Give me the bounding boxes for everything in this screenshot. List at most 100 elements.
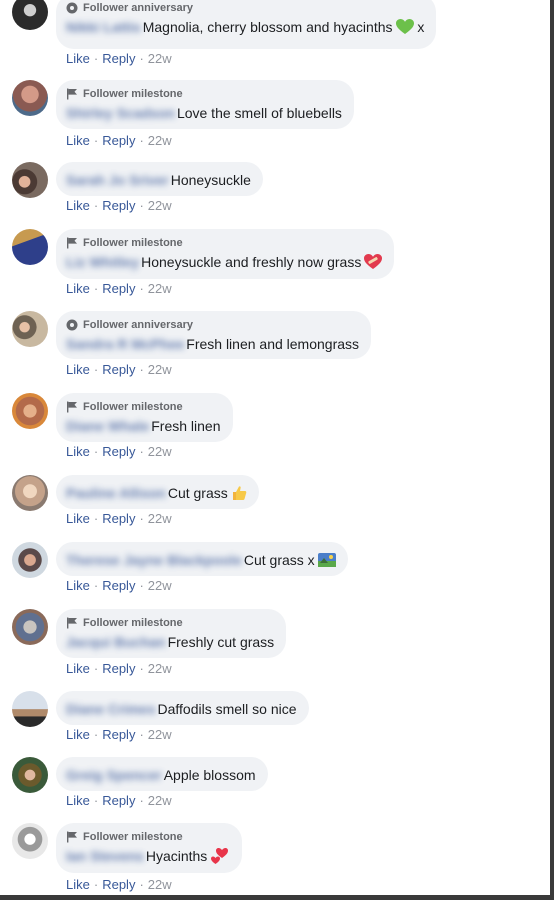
like-link[interactable]: Like <box>66 877 90 892</box>
avatar[interactable] <box>12 823 48 859</box>
avatar[interactable] <box>12 542 48 578</box>
comment-actions: Like · Reply · 22w <box>66 51 172 66</box>
comment-suffix: x <box>413 19 425 35</box>
timestamp[interactable]: 22w <box>148 661 172 676</box>
reply-link[interactable]: Reply <box>102 444 135 459</box>
like-link[interactable]: Like <box>66 281 90 296</box>
comment-bubble: Follower milestone Diane Whale Fresh lin… <box>56 393 233 442</box>
badge-label: Follower milestone <box>83 401 183 413</box>
avatar[interactable] <box>12 311 48 347</box>
dot-separator: · <box>139 198 144 213</box>
timestamp[interactable]: 22w <box>148 362 172 377</box>
timestamp[interactable]: 22w <box>148 444 172 459</box>
avatar[interactable] <box>12 80 48 116</box>
anniversary-icon <box>66 2 78 14</box>
commenter-name[interactable]: Liz Whitley <box>66 253 139 271</box>
reply-link[interactable]: Reply <box>102 362 135 377</box>
like-link[interactable]: Like <box>66 578 90 593</box>
commenter-name[interactable]: Diane Crimes <box>66 700 155 718</box>
follower-badge: Follower milestone <box>66 87 342 101</box>
comment-text: Cut grass <box>167 485 228 501</box>
timestamp[interactable]: 22w <box>148 198 172 213</box>
reply-link[interactable]: Reply <box>102 877 135 892</box>
dot-separator: · <box>139 727 144 742</box>
comment-bubble: Follower milestone Ian Stevens Hyacinths <box>56 823 243 873</box>
avatar[interactable] <box>12 475 48 511</box>
avatar[interactable] <box>12 691 48 727</box>
reply-link[interactable]: Reply <box>102 133 135 148</box>
timestamp[interactable]: 22w <box>148 51 172 66</box>
follower-badge: Follower milestone <box>66 400 221 414</box>
like-link[interactable]: Like <box>66 444 90 459</box>
like-link[interactable]: Like <box>66 511 90 526</box>
dot-separator: · <box>139 444 144 459</box>
timestamp[interactable]: 22w <box>148 511 172 526</box>
like-link[interactable]: Like <box>66 362 90 377</box>
commenter-name[interactable]: Therese Jayne Blackpoole <box>66 551 242 569</box>
flag-icon <box>67 401 77 413</box>
like-link[interactable]: Like <box>66 793 90 808</box>
like-link[interactable]: Like <box>66 661 90 676</box>
commenter-name[interactable]: Nikki Lattis <box>66 18 141 36</box>
badge-label: Follower milestone <box>83 88 183 100</box>
timestamp[interactable]: 22w <box>148 281 172 296</box>
dot-separator: · <box>93 877 99 892</box>
avatar[interactable] <box>12 393 48 429</box>
commenter-name[interactable]: Sarah Jo Sriver <box>66 171 169 189</box>
dot-separator: · <box>93 727 99 742</box>
reply-link[interactable]: Reply <box>102 793 135 808</box>
timestamp[interactable]: 22w <box>148 578 172 593</box>
follower-badge: Follower anniversary <box>66 1 424 15</box>
timestamp[interactable]: 22w <box>148 793 172 808</box>
avatar[interactable] <box>12 162 48 198</box>
avatar[interactable] <box>12 609 48 645</box>
like-link[interactable]: Like <box>66 727 90 742</box>
comment-bubble: Follower milestone Jacqui Buchan Freshly… <box>56 609 287 658</box>
comment-bubble: Follower milestone Liz Whitley Honeysuck… <box>56 229 395 279</box>
badge-label: Follower milestone <box>83 617 183 629</box>
badge-label: Follower anniversary <box>83 319 194 331</box>
reply-link[interactable]: Reply <box>102 511 135 526</box>
dot-separator: · <box>93 133 99 148</box>
timestamp[interactable]: 22w <box>148 133 172 148</box>
commenter-name[interactable]: Sandra R McPhee <box>66 335 184 353</box>
commenter-name[interactable]: Jacqui Buchan <box>66 633 166 651</box>
like-link[interactable]: Like <box>66 51 90 66</box>
reply-link[interactable]: Reply <box>102 578 135 593</box>
reply-link[interactable]: Reply <box>102 51 135 66</box>
comment-text: Cut grass x <box>243 552 315 568</box>
avatar[interactable] <box>12 0 48 30</box>
comment-text: Fresh linen <box>151 418 221 434</box>
avatar[interactable] <box>12 229 48 265</box>
window-border-right <box>550 0 554 900</box>
flag-icon <box>67 237 77 249</box>
badge-label: Follower milestone <box>83 831 183 843</box>
like-link[interactable]: Like <box>66 133 90 148</box>
dot-separator: · <box>93 661 99 676</box>
comment-actions: Like · Reply · 22w <box>66 578 172 593</box>
follower-badge: Follower milestone <box>66 616 274 630</box>
anniversary-icon <box>66 319 78 331</box>
comment-actions: Like · Reply · 22w <box>66 362 172 377</box>
timestamp[interactable]: 22w <box>148 877 172 892</box>
commenter-name[interactable]: Pauline Allison <box>66 484 166 502</box>
badge-label: Follower milestone <box>83 237 183 249</box>
commenter-name[interactable]: Shirley Scadson <box>66 104 175 122</box>
reply-link[interactable]: Reply <box>102 661 135 676</box>
timestamp[interactable]: 22w <box>148 727 172 742</box>
reply-link[interactable]: Reply <box>102 281 135 296</box>
like-link[interactable]: Like <box>66 198 90 213</box>
avatar[interactable] <box>12 757 48 793</box>
reply-link[interactable]: Reply <box>102 727 135 742</box>
commenter-name[interactable]: Diane Whale <box>66 417 149 435</box>
dot-separator: · <box>139 281 144 296</box>
comment-text: Hyacinths <box>145 848 208 864</box>
two-hearts-icon <box>211 848 229 864</box>
dot-separator: · <box>139 511 144 526</box>
comment-text: Apple blossom <box>163 767 256 783</box>
reply-link[interactable]: Reply <box>102 198 135 213</box>
badge-label: Follower anniversary <box>83 2 194 14</box>
comment-actions: Like · Reply · 22w <box>66 281 172 296</box>
commenter-name[interactable]: Greig Spencer <box>66 766 162 784</box>
commenter-name[interactable]: Ian Stevens <box>66 847 144 865</box>
